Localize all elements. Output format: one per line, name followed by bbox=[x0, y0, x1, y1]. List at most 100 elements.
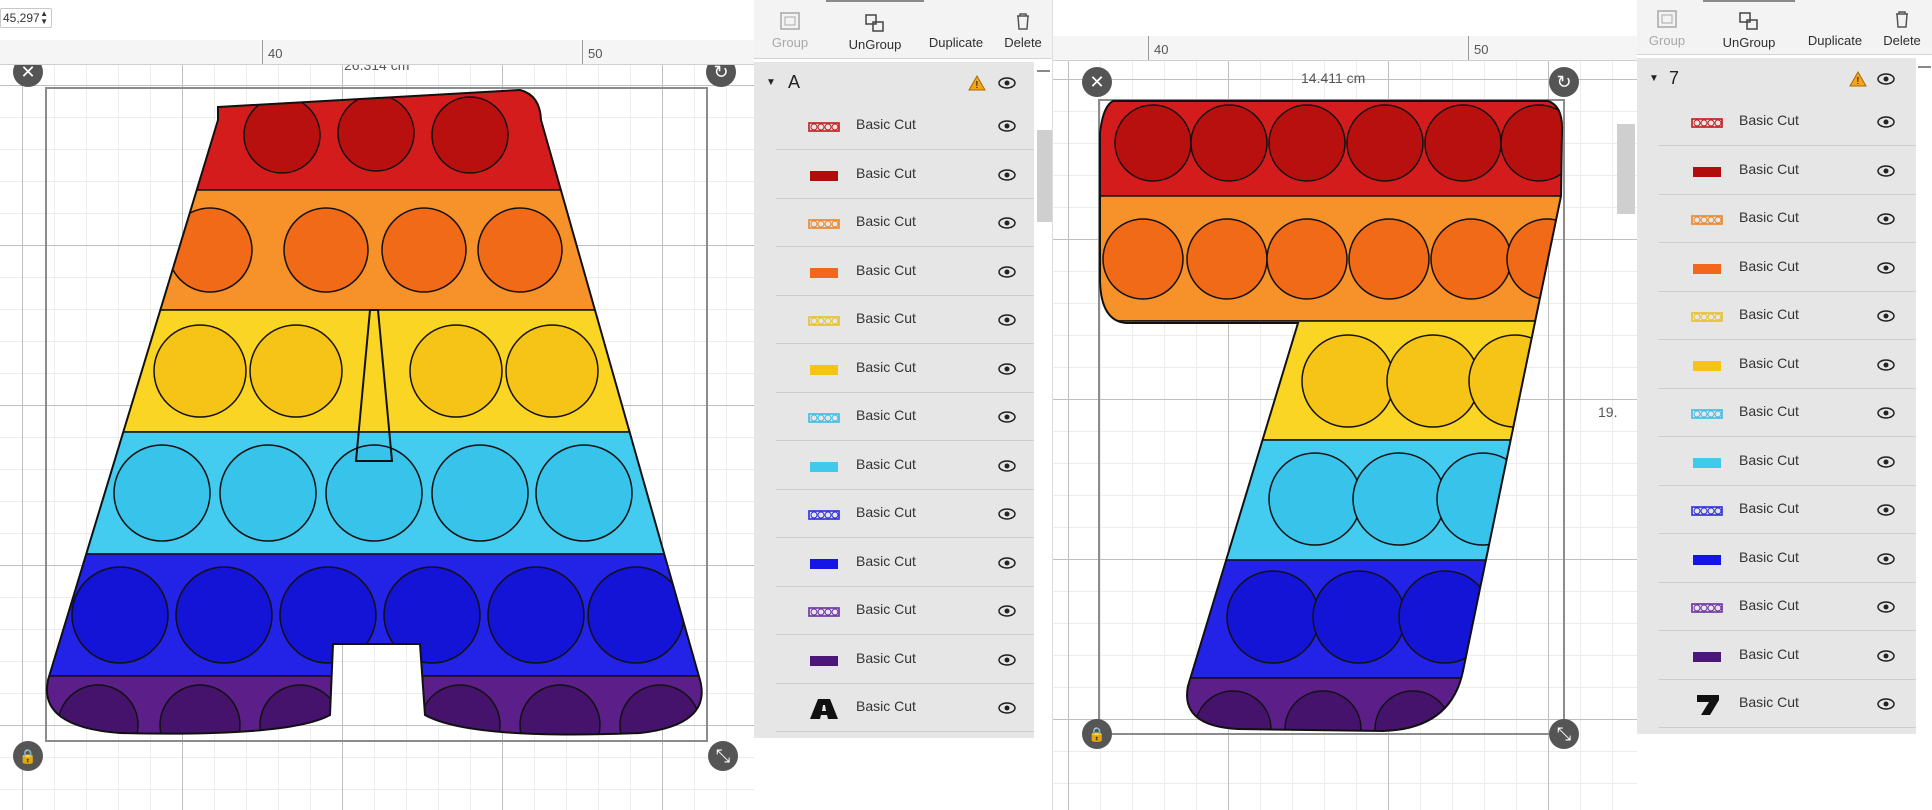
eye-icon[interactable] bbox=[1877, 261, 1895, 279]
eye-icon[interactable] bbox=[1877, 503, 1895, 521]
layer-label: Basic Cut bbox=[856, 601, 916, 617]
eye-icon[interactable] bbox=[998, 119, 1016, 137]
eye-icon[interactable] bbox=[1877, 72, 1895, 86]
eye-icon[interactable] bbox=[998, 168, 1016, 186]
eye-icon[interactable] bbox=[1877, 600, 1895, 618]
duplicate-button[interactable]: Duplicate bbox=[916, 0, 996, 58]
right-canvas-scroll-thumb[interactable] bbox=[1617, 124, 1635, 214]
eye-icon[interactable] bbox=[1877, 212, 1895, 230]
warning-icon[interactable]: ! bbox=[968, 75, 986, 91]
duplicate-button[interactable]: Duplicate bbox=[1795, 0, 1875, 58]
eye-icon[interactable] bbox=[998, 701, 1016, 719]
left-layer-list: ▼ A ! Basic Cut Basic Cut Basic Cut Basic C… bbox=[754, 62, 1034, 738]
lock-icon[interactable]: 🔒 bbox=[13, 741, 43, 771]
layer-group-header[interactable]: ▼ A ! bbox=[754, 64, 1034, 100]
caret-down-icon[interactable]: ▼ bbox=[766, 77, 776, 88]
left-panel-scroll-thumb[interactable] bbox=[1037, 130, 1052, 222]
eye-icon[interactable] bbox=[998, 507, 1016, 525]
group-button[interactable]: Group bbox=[1637, 0, 1697, 58]
layer-row[interactable]: Basic Cut bbox=[776, 684, 1034, 732]
layer-row[interactable]: Basic Cut bbox=[776, 150, 1034, 199]
eye-icon[interactable] bbox=[1877, 406, 1895, 424]
layer-row[interactable]: Basic Cut bbox=[1659, 146, 1916, 195]
eye-icon[interactable] bbox=[998, 604, 1016, 622]
eye-icon[interactable] bbox=[1877, 115, 1895, 133]
layer-row[interactable]: Basic Cut bbox=[776, 344, 1034, 393]
ungroup-button[interactable]: UnGroup bbox=[826, 0, 924, 58]
eye-icon[interactable] bbox=[1877, 309, 1895, 327]
eye-icon[interactable] bbox=[1877, 649, 1895, 667]
layer-label: Basic Cut bbox=[1739, 403, 1799, 419]
eye-icon[interactable] bbox=[998, 313, 1016, 331]
numeral-7-artwork[interactable] bbox=[1053, 61, 1637, 810]
layer-row[interactable]: Basic Cut bbox=[776, 247, 1034, 296]
layer-label: Basic Cut bbox=[856, 261, 916, 278]
layer-label: Basic Cut bbox=[1739, 112, 1799, 128]
layer-label: Basic Cut bbox=[1739, 548, 1799, 565]
group-label: Group bbox=[771, 35, 809, 50]
eye-icon[interactable] bbox=[998, 216, 1016, 234]
layer-row[interactable]: Basic Cut bbox=[776, 199, 1034, 247]
eye-icon[interactable] bbox=[1877, 164, 1895, 182]
left-canvas[interactable]: 26.314 cm ✕ ↻ 🔒 ⤡ bbox=[0, 65, 754, 810]
position-value: 45,297 bbox=[3, 11, 40, 25]
right-panel-scrollbar[interactable] bbox=[1918, 66, 1931, 68]
caret-down-icon[interactable]: ▼ bbox=[1649, 73, 1659, 84]
layer-row[interactable]: Basic Cut bbox=[1659, 486, 1916, 534]
resize-icon[interactable]: ⤡ bbox=[1549, 719, 1579, 749]
layer-row[interactable]: Basic Cut bbox=[776, 441, 1034, 490]
layer-row[interactable]: Basic Cut bbox=[776, 538, 1034, 587]
eye-icon[interactable] bbox=[1877, 358, 1895, 376]
layer-row[interactable]: Basic Cut bbox=[1659, 243, 1916, 292]
eye-icon[interactable] bbox=[1877, 552, 1895, 570]
delete-button[interactable]: Delete bbox=[994, 0, 1052, 58]
layer-row[interactable]: Basic Cut bbox=[776, 296, 1034, 344]
resize-icon[interactable]: ⤡ bbox=[708, 741, 738, 771]
layer-row[interactable]: Basic Cut bbox=[1659, 389, 1916, 437]
ungroup-button[interactable]: UnGroup bbox=[1703, 0, 1795, 58]
layer-row[interactable]: Basic Cut bbox=[776, 635, 1034, 684]
eye-icon[interactable] bbox=[998, 265, 1016, 283]
position-field[interactable]: 45,297 ▲ ▼ bbox=[0, 8, 52, 28]
eye-icon[interactable] bbox=[998, 459, 1016, 477]
layer-row[interactable]: Basic Cut bbox=[1659, 631, 1916, 680]
eye-icon[interactable] bbox=[998, 556, 1016, 574]
layer-row[interactable]: Basic Cut bbox=[1659, 195, 1916, 243]
layer-row[interactable]: Basic Cut bbox=[776, 490, 1034, 538]
lock-icon[interactable]: 🔒 bbox=[1082, 719, 1112, 749]
layer-row[interactable]: Basic Cut bbox=[776, 587, 1034, 635]
right-canvas[interactable]: 14.411 cm 19. ✕ ↻ 🔒 ⤡ bbox=[1053, 61, 1637, 810]
eye-icon[interactable] bbox=[998, 362, 1016, 380]
layer-row[interactable]: Basic Cut bbox=[1659, 340, 1916, 389]
layer-row[interactable]: Basic Cut bbox=[1659, 437, 1916, 486]
layer-row[interactable]: Basic Cut bbox=[776, 102, 1034, 150]
group-name: 7 bbox=[1669, 67, 1680, 88]
layer-row[interactable]: Basic Cut bbox=[1659, 534, 1916, 583]
eye-icon[interactable] bbox=[998, 653, 1016, 671]
layer-row[interactable]: Basic Cut bbox=[1659, 583, 1916, 631]
group-button[interactable]: Group bbox=[760, 0, 820, 58]
eye-icon[interactable] bbox=[998, 410, 1016, 428]
rotate-icon[interactable]: ↻ bbox=[1549, 67, 1579, 97]
layer-label: Basic Cut bbox=[1739, 160, 1799, 177]
layer-thumbnail bbox=[806, 650, 842, 670]
letter-a-artwork[interactable] bbox=[0, 65, 754, 810]
delete-button[interactable]: Delete bbox=[1873, 0, 1931, 58]
group-label: Group bbox=[1648, 33, 1686, 48]
layer-row[interactable]: Basic Cut bbox=[1659, 292, 1916, 340]
layer-group-header[interactable]: ▼ 7 ! bbox=[1637, 60, 1916, 96]
eye-icon[interactable] bbox=[1877, 697, 1895, 715]
layer-label: Basic Cut bbox=[1739, 694, 1799, 710]
eye-icon[interactable] bbox=[998, 76, 1016, 90]
stepper-icon[interactable]: ▲ ▼ bbox=[40, 10, 48, 26]
layer-row[interactable]: Basic Cut bbox=[1659, 680, 1916, 728]
layer-row[interactable]: Basic Cut bbox=[776, 393, 1034, 441]
eye-icon[interactable] bbox=[1877, 455, 1895, 473]
layer-thumbnail bbox=[1689, 500, 1725, 520]
layer-thumbnail bbox=[806, 504, 842, 524]
duplicate-icon bbox=[1825, 10, 1845, 28]
close-icon[interactable]: ✕ bbox=[1082, 67, 1112, 97]
left-panel-scrollbar[interactable] bbox=[1037, 70, 1050, 72]
layer-row[interactable]: Basic Cut bbox=[1659, 98, 1916, 146]
warning-icon[interactable]: ! bbox=[1849, 71, 1867, 87]
